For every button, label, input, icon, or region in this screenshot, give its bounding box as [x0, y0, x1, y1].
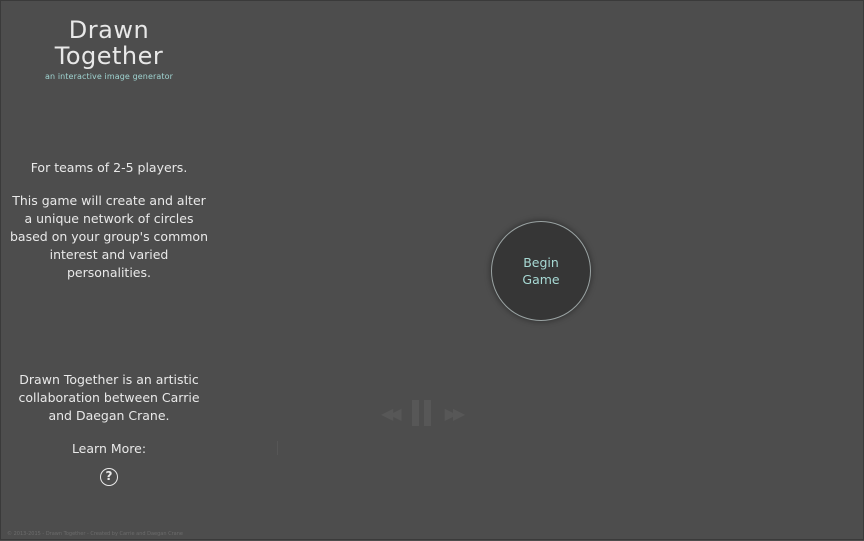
app-subtitle: an interactive image generator: [45, 72, 173, 81]
begin-game-button[interactable]: Begin Game: [491, 221, 591, 321]
divider-mark: [277, 441, 278, 455]
game-description: This game will create and alter a unique…: [10, 193, 208, 280]
sidebar: Drawn Together an interactive image gene…: [1, 1, 217, 541]
players-note: For teams of 2-5 players.: [30, 160, 188, 175]
app-title: Drawn Together: [54, 16, 164, 70]
about-section: Drawn Together is an artistic collaborat…: [1, 371, 217, 486]
playback-controls: ◀◀ ▶▶: [381, 395, 571, 431]
title-block: Drawn Together an interactive image gene…: [1, 17, 217, 81]
learn-more-label: Learn More:: [71, 441, 147, 456]
fast-forward-icon[interactable]: ▶▶: [445, 404, 466, 423]
rewind-icon[interactable]: ◀◀: [381, 404, 402, 423]
about-text: Drawn Together is an artistic collaborat…: [18, 372, 200, 423]
begin-game-label: Begin Game: [522, 255, 560, 287]
pause-icon[interactable]: [411, 400, 431, 426]
footer-credit: © 2013-2015 - Drawn Together - Created b…: [7, 531, 183, 537]
help-icon[interactable]: ?: [100, 468, 118, 486]
intro-text: For teams of 2-5 players. This game will…: [1, 159, 217, 282]
app-frame: Drawn Together an interactive image gene…: [0, 0, 864, 540]
